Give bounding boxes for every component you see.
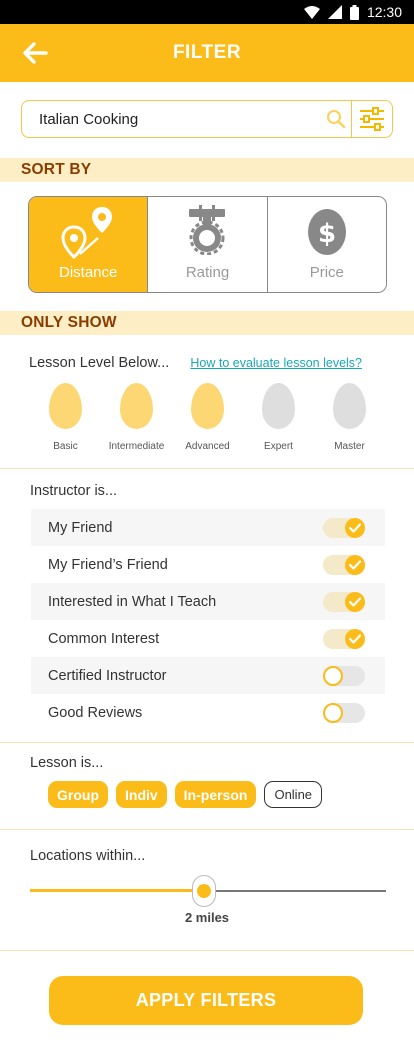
chip-in-person[interactable]: In-person <box>174 781 257 808</box>
sort-rating-button[interactable]: Rating <box>148 197 268 292</box>
level-label: Master <box>334 441 365 452</box>
option-label: Certified Instructor <box>48 667 167 684</box>
only-show-header: ONLY SHOW <box>0 311 414 335</box>
toggle-switch[interactable] <box>323 628 365 649</box>
chip-group[interactable]: Group <box>48 781 108 808</box>
instructor-label: Instructor is... <box>30 483 118 499</box>
option-label: Interested in What I Teach <box>48 593 217 610</box>
sort-price-label: Price <box>309 264 344 281</box>
svg-text:$: $ <box>318 219 336 249</box>
check-icon <box>345 591 365 612</box>
status-bar: 12:30 <box>0 0 414 24</box>
sort-price-button[interactable]: $ Price <box>268 197 386 292</box>
chip-indiv[interactable]: Indiv <box>116 781 167 808</box>
instructor-option-my-friend: My Friend <box>31 509 385 546</box>
slider-thumb-dot <box>197 884 211 898</box>
egg-icon <box>49 383 82 429</box>
sort-options: Distance Rating $ Price <box>28 196 387 293</box>
level-label: Advanced <box>185 441 230 452</box>
lesson-type-label: Lesson is... <box>30 755 104 771</box>
page-title: FILTER <box>172 42 242 63</box>
back-button[interactable] <box>20 38 50 68</box>
instructor-option-interested: Interested in What I Teach <box>31 583 385 620</box>
chip-online[interactable]: Online <box>264 781 323 808</box>
status-time: 12:30 <box>366 4 402 20</box>
battery-icon <box>349 4 359 20</box>
egg-icon <box>262 383 295 429</box>
search-row <box>0 82 414 158</box>
toggle-switch[interactable] <box>323 517 365 538</box>
egg-icon <box>191 383 224 429</box>
lesson-level-label: Lesson Level Below... <box>29 355 170 371</box>
location-label: Locations within... <box>30 848 146 864</box>
signal-icon <box>327 5 342 19</box>
wifi-icon <box>303 5 320 19</box>
option-label: My Friend’s Friend <box>48 556 168 573</box>
medal-icon <box>148 205 266 255</box>
lesson-level-row: Lesson Level Below... How to evaluate le… <box>0 335 414 375</box>
check-icon <box>345 628 365 649</box>
option-label: Good Reviews <box>48 704 143 721</box>
lesson-level-help-link[interactable]: How to evaluate lesson levels? <box>190 356 362 370</box>
sort-distance-label: Distance <box>58 264 118 281</box>
toggle-switch[interactable] <box>323 702 365 723</box>
egg-icon <box>333 383 366 429</box>
toggle-switch[interactable] <box>323 665 365 686</box>
distance-value: 2 miles <box>184 910 230 925</box>
search-input[interactable] <box>22 101 321 137</box>
level-advanced[interactable]: Advanced <box>172 383 243 468</box>
instructor-option-good-reviews: Good Reviews <box>31 694 385 731</box>
check-icon <box>345 554 365 575</box>
arrow-left-icon <box>23 42 48 64</box>
level-basic[interactable]: Basic <box>30 383 101 468</box>
level-label: Intermediate <box>108 441 165 452</box>
option-label: Common Interest <box>48 630 160 647</box>
instructor-option-common-interest: Common Interest <box>31 620 385 657</box>
app-bar: FILTER <box>0 24 414 82</box>
check-icon <box>345 517 365 538</box>
apply-filters-button[interactable]: APPLY FILTERS <box>49 976 363 1025</box>
slider-thumb[interactable] <box>192 875 216 907</box>
sort-by-header: SORT BY <box>0 158 414 182</box>
map-pin-route-icon <box>29 205 147 263</box>
instructor-list: My Friend My Friend’s Friend Interested … <box>31 509 385 731</box>
level-label: Expert <box>264 441 293 452</box>
sort-distance-button[interactable]: Distance <box>29 197 149 292</box>
level-label: Basic <box>53 441 78 452</box>
dollar-egg-icon: $ <box>268 205 386 255</box>
distance-slider[interactable] <box>30 874 386 910</box>
egg-icon <box>120 383 153 429</box>
toggle-knob <box>323 665 343 686</box>
toggle-knob <box>323 702 343 723</box>
search-box <box>21 100 393 138</box>
apply-wrap: APPLY FILTERS <box>0 951 414 1025</box>
sliders-icon <box>360 107 384 131</box>
option-label: My Friend <box>48 519 113 536</box>
instructor-option-certified: Certified Instructor <box>31 657 385 694</box>
sort-rating-label: Rating <box>185 264 230 281</box>
level-intermediate[interactable]: Intermediate <box>101 383 172 468</box>
filter-settings-button[interactable] <box>352 101 392 137</box>
level-master[interactable]: Master <box>314 383 385 468</box>
toggle-switch[interactable] <box>323 591 365 612</box>
level-expert[interactable]: Expert <box>243 383 314 468</box>
search-icon[interactable] <box>321 101 351 137</box>
slider-track <box>204 890 386 892</box>
lesson-level-selector: Basic Intermediate Advanced Expert Maste… <box>0 383 414 469</box>
toggle-switch[interactable] <box>323 554 365 575</box>
instructor-option-friends-friend: My Friend’s Friend <box>31 546 385 583</box>
slider-track-filled <box>30 889 204 892</box>
lesson-type-chips: Group Indiv In-person Online <box>0 781 414 829</box>
